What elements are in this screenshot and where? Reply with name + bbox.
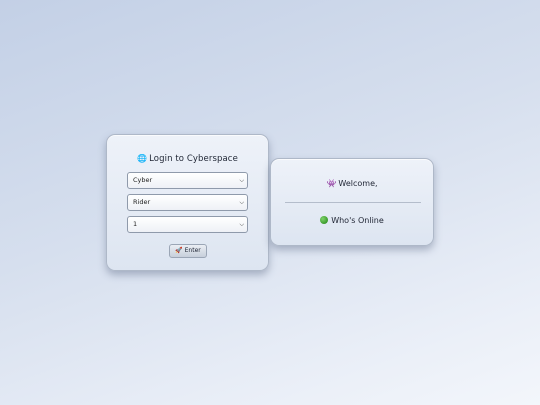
chevron-down-icon: ⌵: [239, 199, 244, 206]
login-panel: 🌐 Login to Cyberspace Cyber ⌵ Rider ⌵ 1 ⌵…: [106, 134, 269, 271]
chevron-down-icon: ⌵: [239, 221, 244, 228]
last-name-select[interactable]: Rider ⌵: [127, 194, 248, 211]
whos-online-text: Who's Online: [331, 216, 384, 225]
chevron-down-icon: ⌵: [239, 177, 244, 184]
online-status-icon: [320, 216, 329, 224]
alien-icon: 👾: [326, 179, 337, 188]
divider: [285, 202, 421, 203]
info-panel: 👾 Welcome, Who's Online: [270, 158, 434, 246]
number-select-value: 1: [133, 220, 138, 228]
first-name-select[interactable]: Cyber ⌵: [127, 172, 248, 189]
enter-button[interactable]: 🚀 Enter: [169, 244, 207, 258]
login-title: 🌐 Login to Cyberspace: [107, 154, 268, 164]
number-select[interactable]: 1 ⌵: [127, 216, 248, 233]
rocket-icon: 🚀: [175, 247, 183, 254]
last-name-select-value: Rider: [133, 198, 151, 206]
globe-icon: 🌐: [137, 154, 148, 163]
welcome-message: 👾 Welcome,: [271, 179, 433, 188]
welcome-text: Welcome,: [338, 179, 378, 188]
enter-button-label: Enter: [184, 247, 201, 254]
whos-online-heading[interactable]: Who's Online: [271, 216, 433, 225]
first-name-select-value: Cyber: [133, 176, 153, 184]
login-title-text: Login to Cyberspace: [149, 154, 238, 164]
